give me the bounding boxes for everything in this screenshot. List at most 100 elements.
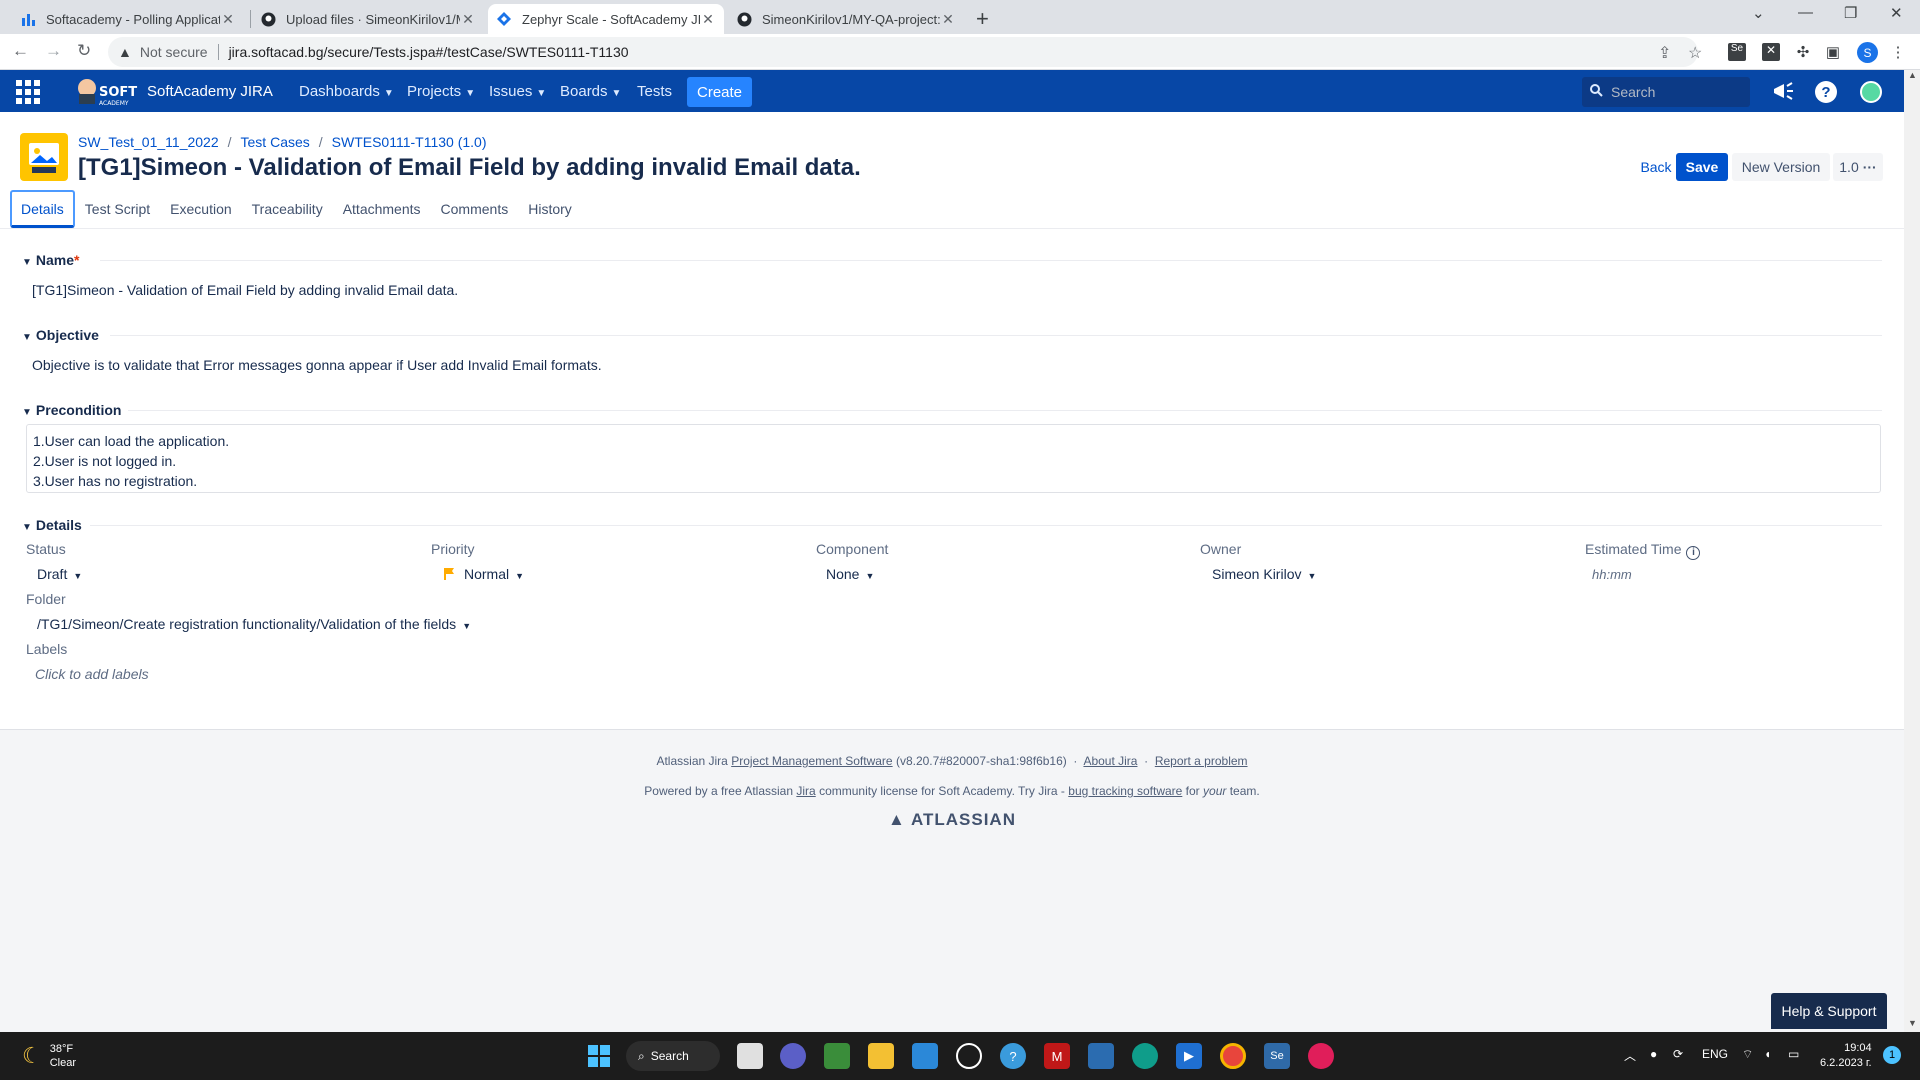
edge-browser-icon[interactable] [1132,1043,1158,1069]
section-header-objective[interactable]: ▼ Objective [22,327,99,343]
side-panel-icon[interactable]: ▣ [1824,43,1842,61]
chrome-icon[interactable] [1220,1043,1246,1069]
user-avatar[interactable] [1860,81,1882,103]
show-hidden-icons-icon[interactable]: ︿ [1624,1047,1636,1064]
section-header-name[interactable]: ▼ Name* [22,252,80,268]
labels-input[interactable]: Click to add labels [35,666,149,682]
maximize-icon[interactable]: ❐ [1844,4,1857,22]
tab-attachments[interactable]: Attachments [333,190,431,228]
notes-icon[interactable] [1088,1043,1114,1069]
url-text[interactable]: jira.softacad.bg/secure/Tests.jspa#/test… [229,44,629,60]
tab-search-icon[interactable]: ⌄ [1752,4,1765,22]
tab-history[interactable]: History [518,190,582,228]
battery-icon[interactable]: ▭ [1788,1047,1799,1061]
slack-icon[interactable] [1308,1043,1334,1069]
about-jira-link[interactable]: About Jira [1083,754,1137,768]
profile-avatar[interactable]: S [1857,42,1878,63]
breadcrumb-test-cases[interactable]: Test Cases [241,134,310,150]
store-icon[interactable] [912,1043,938,1069]
minimize-icon[interactable]: — [1798,4,1813,21]
selenium-extension-icon[interactable]: Se [1728,43,1746,61]
tab-comments[interactable]: Comments [431,190,519,228]
system-clock[interactable]: 19:04 6.2.2023 г. [1820,1041,1872,1071]
save-button[interactable]: Save [1676,153,1728,181]
browser-tab[interactable]: SimeonKirilov1/MY-QA-project: T ✕ [728,4,964,34]
close-tab-icon[interactable]: ✕ [220,11,236,28]
breadcrumb-project[interactable]: SW_Test_01_11_2022 [78,134,219,150]
info-icon[interactable]: i [1686,546,1701,560]
tab-traceability[interactable]: Traceability [242,190,333,228]
kebab-menu-icon[interactable]: ⋮ [1889,43,1907,61]
nav-dashboards[interactable]: Dashboards ▼ [299,83,394,100]
help-icon[interactable]: ? [1815,81,1837,103]
create-button[interactable]: Create [687,77,753,107]
name-value[interactable]: [TG1]Simeon - Validation of Email Field … [32,282,458,298]
close-tab-icon[interactable]: ✕ [700,11,716,28]
browser-tab[interactable]: Upload files · SimeonKirilov1/MY ✕ [252,4,484,34]
mcafee-icon[interactable]: M [1044,1043,1070,1069]
wifi-icon[interactable]: ⌔ [1742,1047,1753,1062]
close-window-icon[interactable]: ✕ [1890,4,1903,22]
jira-brand-name[interactable]: SoftAcademy JIRA [147,83,273,100]
nav-issues[interactable]: Issues ▼ [489,83,546,100]
selenium-ide-icon[interactable]: Se [1264,1043,1290,1069]
section-header-details[interactable]: ▼ Details [22,517,82,533]
jira-link[interactable]: Jira [796,784,815,798]
close-tab-icon[interactable]: ✕ [460,11,476,28]
task-view-icon[interactable] [737,1043,763,1069]
notification-badge[interactable]: 1 [1883,1046,1901,1064]
bug-tracking-link[interactable]: bug tracking software [1068,784,1182,798]
atlassian-logo[interactable]: ▲ ATLASSIAN [0,810,1904,830]
app-switcher-icon[interactable] [16,80,40,104]
objective-value[interactable]: Objective is to validate that Error mess… [32,357,602,373]
folder-select[interactable]: /TG1/Simeon/Create registration function… [37,616,471,632]
estimated-time-input[interactable]: hh:mm [1592,567,1632,582]
back-arrow-icon[interactable]: ← [12,41,29,61]
new-version-button[interactable]: New Version [1732,153,1830,181]
new-tab-icon[interactable]: + [976,6,989,32]
close-tab-icon[interactable]: ✕ [940,11,956,28]
softacademy-logo[interactable]: SOFT ACADEMY [75,76,141,107]
browser-tab-active[interactable]: Zephyr Scale - SoftAcademy JIRA ✕ [488,4,724,34]
notepad-icon[interactable] [824,1043,850,1069]
jira-search-input[interactable]: Search [1582,77,1750,107]
forward-arrow-icon[interactable]: → [45,41,62,61]
media-player-icon[interactable]: ▶ [1176,1043,1202,1069]
github-desktop-icon[interactable] [956,1043,982,1069]
report-problem-link[interactable]: Report a problem [1155,754,1248,768]
nav-boards[interactable]: Boards ▼ [560,83,621,100]
bookmark-star-icon[interactable]: ☆ [1688,43,1702,63]
back-button[interactable]: Back [1636,153,1676,181]
nav-tests[interactable]: Tests [637,83,672,100]
share-icon[interactable]: ⇪ [1658,43,1671,63]
status-select[interactable]: Draft ▼ [37,566,82,582]
omnibox[interactable]: ▲ Not secure jira.softacad.bg/secure/Tes… [108,37,1698,67]
priority-select[interactable]: Normal ▼ [444,566,524,582]
help-support-button[interactable]: Help & Support [1771,993,1887,1029]
tab-details[interactable]: Details [10,190,75,228]
puzzle-extensions-icon[interactable]: ✣ [1794,43,1812,61]
help-app-icon[interactable]: ? [1000,1043,1026,1069]
volume-icon[interactable]: ◖ [1764,1047,1771,1061]
section-header-precondition[interactable]: ▼ Precondition [22,402,121,418]
language-indicator[interactable]: ENG [1702,1047,1728,1061]
version-menu-button[interactable]: 1.0 ··· [1833,153,1883,181]
nav-projects[interactable]: Projects ▼ [407,83,475,100]
tray-app-icon[interactable]: ● [1650,1047,1657,1061]
browser-tab[interactable]: Softacademy - Polling Applicatio ✕ [12,4,244,34]
file-explorer-icon[interactable] [868,1043,894,1069]
breadcrumb-test-case-key[interactable]: SWTES0111-T1130 (1.0) [332,134,487,150]
windows-start-icon[interactable] [586,1043,612,1069]
project-management-link[interactable]: Project Management Software [731,754,892,768]
taskbar-search[interactable]: ⌕ Search [626,1041,720,1071]
reload-icon[interactable]: ↻ [77,41,91,61]
megaphone-icon[interactable] [1772,81,1794,104]
tab-test-script[interactable]: Test Script [75,190,160,228]
precondition-field[interactable]: 1.User can load the application. 2.User … [26,424,1881,493]
extension-x-icon[interactable]: ✕ [1762,43,1780,61]
weather-widget[interactable]: ☾ 38°F Clear [22,1042,76,1070]
page-scrollbar[interactable]: ▲ ▼ [1904,70,1920,1032]
sync-icon[interactable]: ⟳ [1673,1047,1683,1061]
component-select[interactable]: None ▼ [826,566,874,582]
tab-execution[interactable]: Execution [160,190,241,228]
